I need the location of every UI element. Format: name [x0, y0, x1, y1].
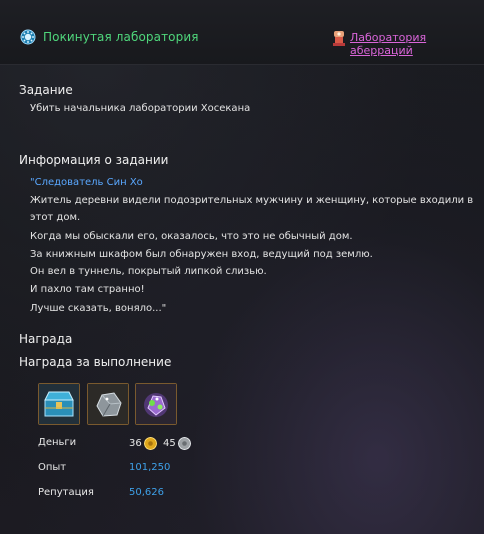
info-line: Лучше сказать, воняло..." — [30, 303, 167, 314]
completion-reward-heading: Награда за выполнение — [19, 355, 172, 369]
exp-label: Опыт — [38, 462, 67, 473]
blue-chest-icon — [39, 384, 79, 424]
npc-line: "Следователь Син Хо — [30, 175, 143, 191]
reward-item-ore[interactable] — [87, 383, 129, 425]
exp-value: 101,250 — [129, 462, 171, 473]
reward-item-crystal[interactable] — [135, 383, 177, 425]
info-line: Когда мы обыскали его, оказалось, что эт… — [30, 231, 353, 242]
reward-item-chest[interactable] — [38, 383, 80, 425]
info-line: Он вел в туннель, покрытый липкой слизью… — [30, 266, 267, 277]
task-heading: Задание — [19, 83, 73, 97]
info-heading: Информация о задании — [19, 153, 169, 167]
money-silver-value: 45 — [163, 438, 176, 449]
money-gold-value: 36 — [129, 438, 142, 449]
task-objective: Убить начальника лаборатории Хосекана — [30, 103, 251, 114]
quest-header: Покинутая лаборатория Лаборатория аберра… — [0, 0, 484, 65]
location-marker-icon — [333, 31, 345, 46]
blue-gear-icon — [20, 29, 36, 45]
npc-name: Следователь Син Хо — [34, 177, 143, 188]
quest-title: Покинутая лаборатория — [43, 30, 199, 44]
silver-ore-icon — [88, 384, 128, 424]
reputation-label: Репутация — [38, 487, 94, 498]
info-line: За книжным шкафом был обнаружен вход, ве… — [30, 249, 373, 260]
info-line: И пахло там странно! — [30, 284, 145, 295]
info-line: этот дом. — [30, 212, 81, 223]
silver-coin-icon — [178, 437, 191, 450]
money-label: Деньги — [38, 437, 77, 448]
quest-panel: Покинутая лаборатория Лаборатория аберра… — [0, 0, 484, 534]
gold-coin-icon — [144, 437, 157, 450]
info-line: Житель деревни видели подозрительных муж… — [30, 195, 474, 206]
green-crystal-icon — [136, 384, 176, 424]
reward-heading: Награда — [19, 332, 73, 346]
reputation-value: 50,626 — [129, 487, 164, 498]
location-link[interactable]: Лаборатория аберраций — [350, 31, 484, 57]
